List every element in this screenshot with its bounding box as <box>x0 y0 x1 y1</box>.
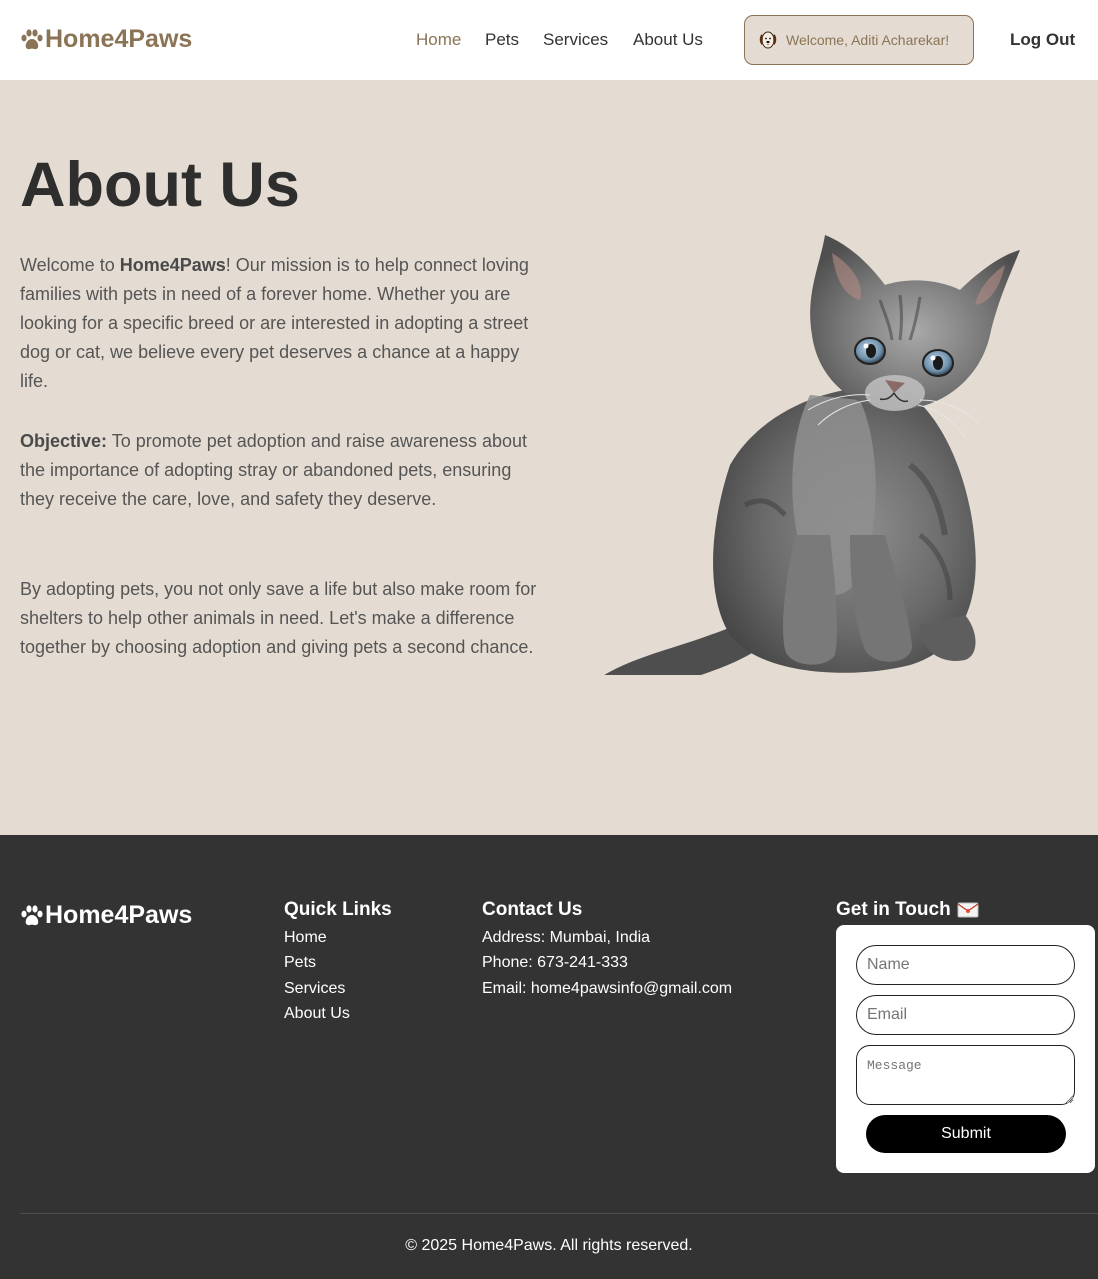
get-in-touch-heading: Get in Touch <box>836 899 979 921</box>
about-section: About Us Welcome to Home4Paws! Our missi… <box>0 80 1098 835</box>
paw-icon <box>21 904 43 925</box>
footer-link-pets[interactable]: Pets <box>284 954 316 972</box>
footer-brand[interactable]: Home4Paws <box>20 901 192 930</box>
footer-link-home[interactable]: Home <box>284 929 327 947</box>
brand-logo[interactable]: Home4Paws <box>20 25 192 54</box>
about-adoption-paragraph: By adopting pets, you not only save a li… <box>20 579 537 657</box>
site-footer: Home4Paws Quick Links Home Pets Services… <box>0 835 1098 1279</box>
contact-address: Address: Mumbai, India <box>482 929 651 946</box>
about-objective-paragraph: Objective: To promote pet adoption and r… <box>20 431 527 509</box>
contact-form: Submit <box>836 925 1095 1173</box>
contact-heading: Contact Us <box>482 899 583 920</box>
paw-icon <box>21 28 43 49</box>
quick-links-heading: Quick Links <box>284 899 392 920</box>
about-intro-paragraph: Welcome to Home4Paws! Our mission is to … <box>20 255 529 391</box>
nav-about-us[interactable]: About Us <box>633 30 703 50</box>
dog-face-icon <box>759 31 777 49</box>
footer-divider <box>20 1213 1098 1214</box>
site-header: Home4Paws Home Pets Services About Us We… <box>0 0 1098 80</box>
copyright-text: © 2025 Home4Paws. All rights reserved. <box>405 1237 693 1254</box>
envelope-icon <box>957 902 979 918</box>
contact-phone: Phone: 673-241-333 <box>482 954 628 971</box>
message-textarea[interactable] <box>856 1045 1075 1105</box>
submit-button[interactable]: Submit <box>866 1115 1066 1153</box>
nav-pets[interactable]: Pets <box>485 30 519 50</box>
footer-link-services[interactable]: Services <box>284 980 345 998</box>
welcome-user-button[interactable]: Welcome, Aditi Acharekar! <box>744 15 974 65</box>
nav-services[interactable]: Services <box>543 30 608 50</box>
page-title: About Us <box>20 150 300 220</box>
nav-home[interactable]: Home <box>416 30 461 50</box>
email-input[interactable] <box>856 995 1075 1035</box>
contact-email: Email: home4pawsinfo@gmail.com <box>482 980 733 997</box>
welcome-text: Welcome, Aditi Acharekar! <box>786 32 950 48</box>
logout-button[interactable]: Log Out <box>1010 30 1075 50</box>
footer-brand-name: Home4Paws <box>45 901 193 929</box>
footer-link-about-us[interactable]: About Us <box>284 1005 350 1023</box>
name-input[interactable] <box>856 945 1075 985</box>
brand-name: Home4Paws <box>45 25 193 53</box>
kitten-image <box>604 235 1020 675</box>
